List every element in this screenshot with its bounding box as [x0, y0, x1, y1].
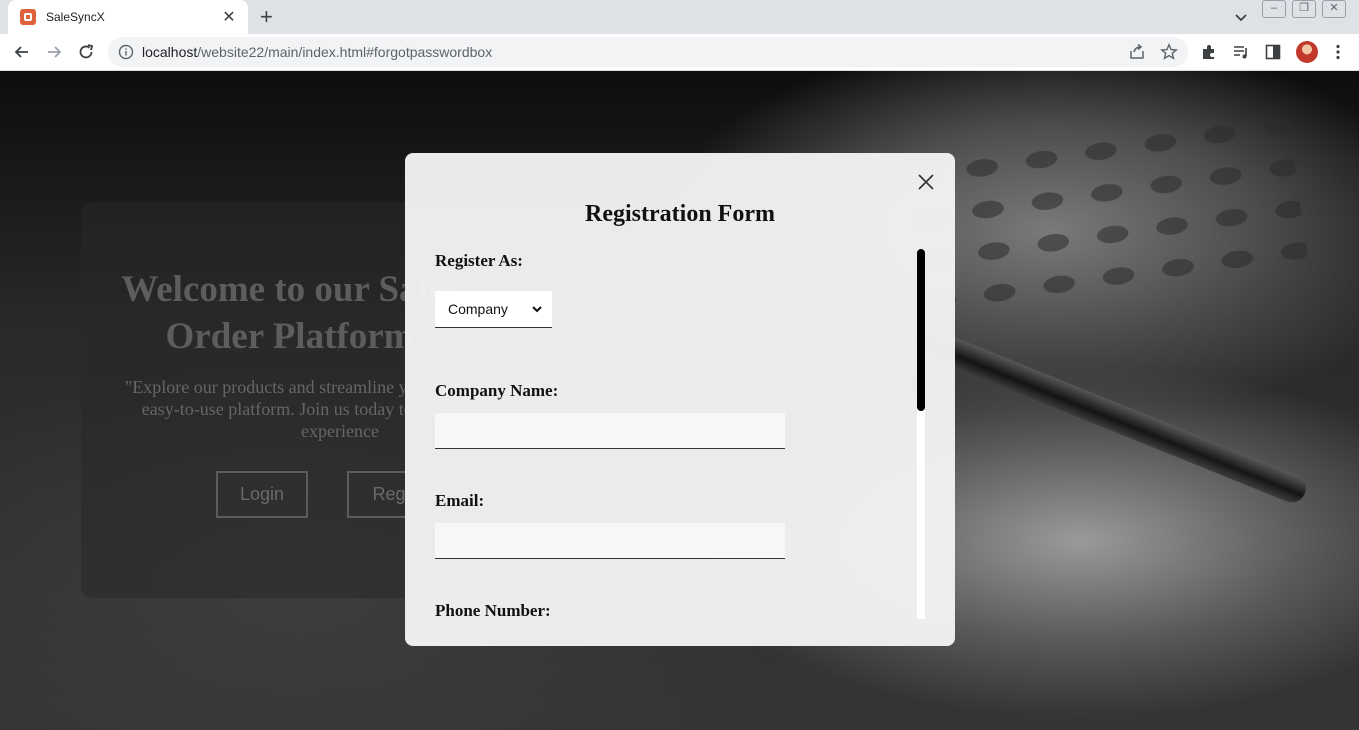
registration-form: Register As: Company Company Name: Email… — [435, 243, 915, 618]
phone-number-label: Phone Number: — [435, 601, 551, 618]
browser-tab[interactable]: SaleSyncX ✕ — [8, 0, 248, 34]
minimize-icon[interactable]: – — [1262, 0, 1286, 18]
window-close-icon[interactable]: ✕ — [1322, 0, 1346, 18]
close-icon[interactable] — [915, 171, 937, 193]
email-label: Email: — [435, 491, 485, 510]
tab-strip: SaleSyncX ✕ + – ❐ ✕ — [0, 0, 1359, 34]
extensions-icon[interactable] — [1200, 43, 1218, 61]
chevron-down-icon — [532, 306, 542, 313]
modal-title: Registration Form — [585, 201, 775, 227]
star-icon[interactable] — [1160, 43, 1178, 61]
background-pen-image — [910, 323, 1310, 507]
back-arrow-icon[interactable] — [12, 42, 32, 62]
form-scrollbar-thumb[interactable] — [917, 249, 925, 411]
register-as-label: Register As: — [435, 251, 523, 270]
info-icon[interactable] — [118, 44, 134, 60]
company-name-label: Company Name: — [435, 381, 559, 400]
registration-modal: Registration Form Register As: Company C… — [405, 153, 955, 646]
tab-title: SaleSyncX — [46, 10, 105, 24]
register-as-select[interactable]: Company — [435, 291, 552, 328]
share-icon[interactable] — [1128, 43, 1146, 61]
register-as-value: Company — [448, 301, 508, 317]
url-text: localhost/website22/main/index.html#forg… — [142, 44, 492, 60]
window-controls: – ❐ ✕ — [1262, 0, 1352, 18]
forward-arrow-icon[interactable] — [44, 42, 64, 62]
company-name-input[interactable] — [435, 413, 785, 449]
url-path: /website22/main/index.html#forgotpasswor… — [197, 44, 493, 60]
reload-icon[interactable] — [76, 42, 96, 62]
new-tab-button[interactable]: + — [260, 6, 273, 28]
page-background: Welcome to our Sales Order Platform "Exp… — [0, 71, 1359, 730]
browser-toolbar: localhost/website22/main/index.html#forg… — [0, 34, 1359, 71]
tab-close-icon[interactable]: ✕ — [220, 7, 238, 27]
address-bar[interactable]: localhost/website22/main/index.html#forg… — [108, 37, 1188, 67]
side-panel-icon[interactable] — [1264, 43, 1282, 61]
favicon-icon — [20, 9, 36, 25]
tab-search-icon[interactable] — [1232, 8, 1250, 26]
login-button[interactable]: Login — [216, 471, 308, 518]
profile-avatar[interactable] — [1296, 41, 1318, 63]
email-input[interactable] — [435, 523, 785, 559]
menu-icon[interactable] — [1329, 43, 1347, 61]
restore-icon[interactable]: ❐ — [1292, 0, 1316, 18]
media-icon[interactable] — [1232, 43, 1250, 61]
url-host: localhost — [142, 44, 198, 60]
